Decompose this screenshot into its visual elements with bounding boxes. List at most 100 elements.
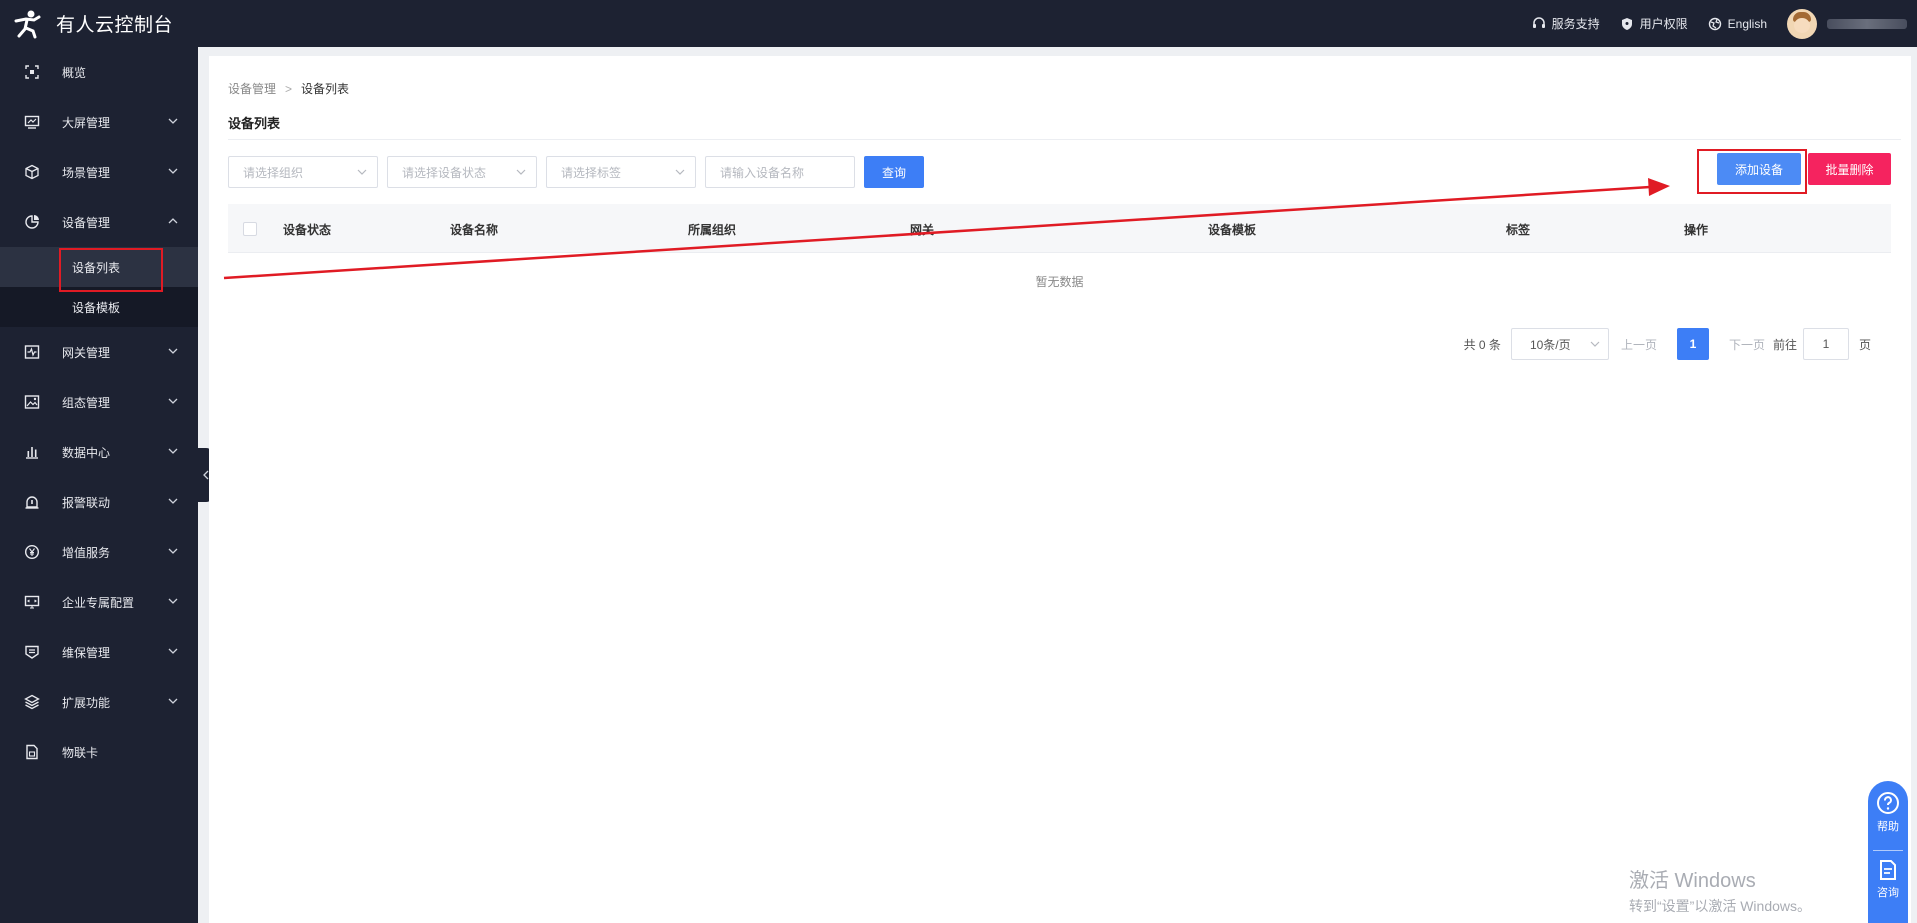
status-select[interactable]: 请选择设备状态 xyxy=(387,156,537,188)
avatar[interactable] xyxy=(1787,8,1817,39)
page-size-select[interactable]: 10条/页 xyxy=(1510,328,1609,360)
bar-chart-icon xyxy=(24,444,40,460)
sidebar-item-label: 数据中心 xyxy=(62,445,111,460)
language-switch[interactable]: English xyxy=(1708,17,1767,31)
sidebar-item-iot-card[interactable]: 物联卡 xyxy=(0,727,198,777)
username-redacted[interactable] xyxy=(1827,18,1907,29)
chevron-down-icon xyxy=(168,648,178,654)
maintenance-icon xyxy=(24,644,40,660)
support-link[interactable]: 服务支持 xyxy=(1532,15,1600,32)
chevron-down-icon xyxy=(168,168,178,174)
sidebar-item-label: 企业专属配置 xyxy=(62,595,135,610)
sidebar-item-overview[interactable]: 概览 xyxy=(0,47,198,97)
sidebar-item-label: 维保管理 xyxy=(62,645,111,660)
alarm-icon xyxy=(24,494,40,510)
annotation-box-device-list xyxy=(59,248,163,292)
windows-activation-watermark: 激活 Windows 转到“设置”以激活 Windows。 xyxy=(1629,864,1811,916)
empty-state: 暂无数据 xyxy=(1035,275,1084,289)
sidebar-item-label: 增值服务 xyxy=(62,545,111,560)
logo-icon xyxy=(12,9,42,39)
sidebar-item-label: 扩展功能 xyxy=(62,695,111,710)
sidebar-item-screen[interactable]: 大屏管理 xyxy=(0,97,198,147)
sidebar-item-maintenance[interactable]: 维保管理 xyxy=(0,627,198,677)
sidebar-item-data-center[interactable]: 数据中心 xyxy=(0,427,198,477)
chevron-down-icon xyxy=(168,698,178,704)
tag-select-placeholder: 请选择标签 xyxy=(561,165,622,180)
sidebar-item-label: 设备管理 xyxy=(62,215,111,230)
float-help-panel: 帮助 咨询 xyxy=(1868,781,1908,923)
sidebar-item-scene[interactable]: 场景管理 xyxy=(0,147,198,197)
overview-icon xyxy=(24,64,40,80)
pagination: 共 0 条 10条/页 上一页 1 下一页 前往 1 页 xyxy=(1209,328,1871,360)
pie-chart-icon xyxy=(24,214,40,230)
sidebar-item-label: 大屏管理 xyxy=(62,115,111,130)
chevron-down-icon xyxy=(516,169,526,175)
chevron-down-icon xyxy=(168,398,178,404)
sidebar-item-extensions[interactable]: 扩展功能 xyxy=(0,677,198,727)
sidebar-item-configuration[interactable]: 组态管理 xyxy=(0,377,198,427)
chevron-down-icon xyxy=(168,348,178,354)
chevron-up-icon xyxy=(168,218,178,224)
question-icon xyxy=(1877,792,1899,814)
batch-delete-button[interactable]: 批量删除 xyxy=(1808,153,1891,185)
chevron-down-icon xyxy=(168,598,178,604)
breadcrumb-separator: > xyxy=(285,81,293,96)
chevron-down-icon xyxy=(675,169,685,175)
goto-page-input[interactable]: 1 xyxy=(1802,328,1849,360)
permissions-link[interactable]: 用户权限 xyxy=(1620,15,1688,32)
select-all-checkbox[interactable] xyxy=(243,222,257,236)
sidebar-subitem-device-template[interactable]: 设备模板 xyxy=(0,287,198,327)
column-header: 网关 xyxy=(910,223,935,237)
chevron-down-icon xyxy=(357,169,367,175)
sidebar-item-label: 物联卡 xyxy=(62,745,99,760)
consult-label: 咨询 xyxy=(1877,887,1899,899)
globe-icon xyxy=(1708,17,1722,31)
sidebar-item-label: 场景管理 xyxy=(62,165,111,180)
breadcrumb-parent[interactable]: 设备管理 xyxy=(228,80,276,97)
goto-label: 前往 xyxy=(1772,337,1797,352)
permissions-label: 用户权限 xyxy=(1639,17,1688,31)
page-number-current[interactable]: 1 xyxy=(1676,328,1709,360)
chevron-down-icon xyxy=(1590,341,1600,347)
sidebar-item-label: 网关管理 xyxy=(62,345,111,360)
watermark-line1: 激活 Windows xyxy=(1629,870,1756,892)
sidebar-item-value-added[interactable]: 增值服务 xyxy=(0,527,198,577)
logo[interactable]: 有人云控制台 xyxy=(0,0,173,47)
sidebar-item-gateway[interactable]: 网关管理 xyxy=(0,327,198,377)
next-page-button[interactable]: 下一页 xyxy=(1729,336,1765,353)
chevron-down-icon xyxy=(168,448,178,454)
page-suffix-label: 页 xyxy=(1858,337,1871,352)
device-name-input[interactable]: 请输入设备名称 xyxy=(705,156,855,188)
device-name-placeholder: 请输入设备名称 xyxy=(720,165,805,180)
status-select-placeholder: 请选择设备状态 xyxy=(402,165,487,180)
sidebar-item-label: 组态管理 xyxy=(62,395,111,410)
column-header: 所属组织 xyxy=(688,223,737,237)
org-select[interactable]: 请选择组织 xyxy=(228,156,378,188)
table-header: 设备状态 设备名称 所属组织 网关 设备模板 标签 操作 xyxy=(228,204,1891,253)
sim-card-icon xyxy=(24,744,40,760)
consult-button[interactable]: 咨询 xyxy=(1868,859,1908,900)
divider xyxy=(1873,850,1903,851)
tag-select[interactable]: 请选择标签 xyxy=(546,156,696,188)
sidebar: 概览 大屏管理 场景管理 设备管理 设备列表 设备模板 网关管理 组态管理 数据… xyxy=(0,47,198,923)
chevron-down-icon xyxy=(168,548,178,554)
document-icon xyxy=(1880,860,1896,880)
sidebar-item-device[interactable]: 设备管理 xyxy=(0,197,198,247)
page-size-value: 10条/页 xyxy=(1529,337,1571,352)
chevron-down-icon xyxy=(168,498,178,504)
help-button[interactable]: 帮助 xyxy=(1868,791,1908,834)
goto-page-value: 1 xyxy=(1822,337,1830,351)
sidebar-item-alarm[interactable]: 报警联动 xyxy=(0,477,198,527)
sidebar-item-enterprise[interactable]: 企业专属配置 xyxy=(0,577,198,627)
support-label: 服务支持 xyxy=(1551,17,1600,31)
help-label: 帮助 xyxy=(1877,821,1899,833)
headset-icon xyxy=(1532,16,1546,31)
shield-icon xyxy=(1620,17,1634,31)
app-title: 有人云控制台 xyxy=(56,15,174,36)
prev-page-button[interactable]: 上一页 xyxy=(1621,336,1657,353)
column-header: 设备模板 xyxy=(1208,223,1257,237)
column-header: 设备名称 xyxy=(450,223,499,237)
annotation-box-add-device xyxy=(1697,149,1807,194)
sidebar-subitem-label: 设备模板 xyxy=(72,300,121,315)
query-button[interactable]: 查询 xyxy=(864,156,924,188)
